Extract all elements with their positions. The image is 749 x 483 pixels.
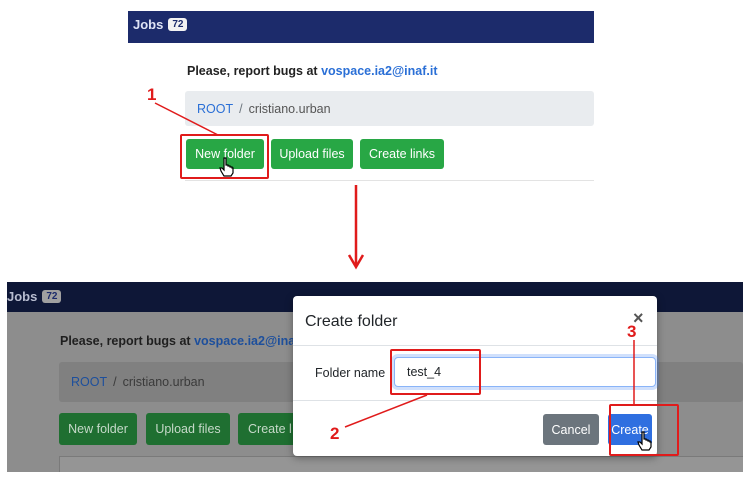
modal-header-divider	[293, 345, 657, 346]
bottom-bug-report-notice: Please, report bugs at vospace.ia2@ina	[60, 334, 295, 348]
jobs-count-badge: 72	[168, 18, 188, 31]
upload-files-button[interactable]: Upload files	[271, 139, 353, 169]
breadcrumb: ROOT / cristiano.urban	[185, 91, 594, 126]
top-navbar	[128, 11, 594, 43]
bottom-content-card	[59, 456, 743, 472]
content-divider	[185, 180, 594, 181]
create-links-button[interactable]: Create links	[360, 139, 444, 169]
bug-report-email[interactable]: vospace.ia2@inaf.it	[321, 64, 437, 78]
upload-files-label: Upload files	[279, 147, 345, 161]
cancel-label: Cancel	[551, 422, 591, 437]
step1-highlight-box	[180, 134, 269, 179]
modal-title: Create folder	[305, 313, 398, 330]
step1-pointer-line	[154, 102, 219, 136]
jobs-link[interactable]: Jobs 72	[133, 17, 188, 32]
bottom-breadcrumb-user: cristiano.urban	[122, 375, 205, 389]
bottom-jobs-count-badge: 72	[42, 290, 62, 303]
bottom-bug-report-text: Please, report bugs at	[60, 334, 195, 348]
breadcrumb-user: cristiano.urban	[248, 101, 331, 116]
step2-pointer-line	[344, 394, 428, 428]
bottom-breadcrumb-separator: /	[113, 375, 117, 389]
bottom-jobs-label: Jobs	[7, 289, 38, 304]
bottom-jobs-link[interactable]: Jobs 72	[7, 289, 62, 304]
breadcrumb-separator: /	[239, 101, 243, 116]
create-links-label: Create links	[369, 147, 435, 161]
step3-highlight-box	[609, 404, 679, 456]
bug-report-notice: Please, report bugs at vospace.ia2@inaf.…	[187, 64, 437, 78]
bottom-new-folder-button[interactable]: New folder	[59, 413, 137, 445]
bottom-bug-report-email[interactable]: vospace.ia2@ina	[194, 334, 295, 348]
bottom-new-folder-label: New folder	[68, 422, 128, 436]
bottom-create-links-label: Create l	[248, 422, 292, 436]
bottom-breadcrumb-root[interactable]: ROOT	[71, 375, 107, 389]
step3-pointer-line	[633, 340, 635, 404]
down-arrow-icon	[347, 185, 365, 270]
bug-report-text: Please, report bugs at	[187, 64, 322, 78]
folder-name-label: Folder name	[315, 366, 386, 380]
jobs-label: Jobs	[133, 17, 164, 32]
step2-highlight-box	[390, 349, 481, 395]
bottom-upload-files-label: Upload files	[155, 422, 221, 436]
cancel-button[interactable]: Cancel	[543, 414, 599, 445]
bottom-upload-files-button[interactable]: Upload files	[146, 413, 230, 445]
